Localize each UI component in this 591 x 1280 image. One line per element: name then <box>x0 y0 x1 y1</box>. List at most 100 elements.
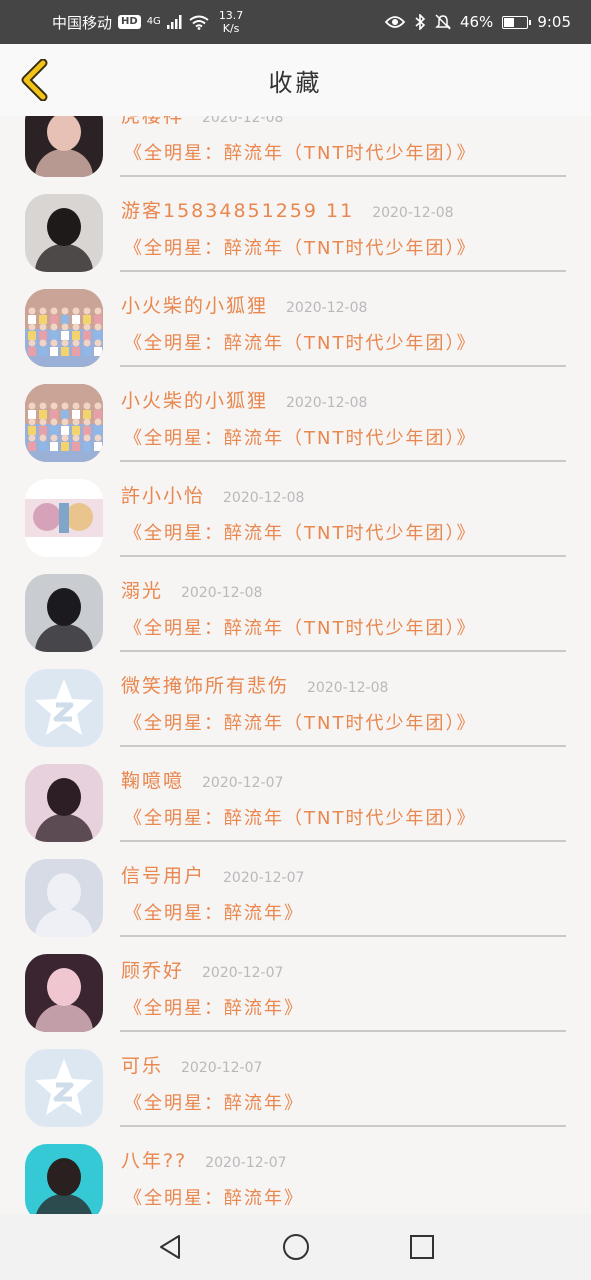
divider <box>120 365 566 367</box>
username[interactable]: 信号用户 <box>121 861 205 888</box>
signal-icon <box>166 15 182 29</box>
favorite-item[interactable]: 微笑掩饰所有悲伤 2020-12-08 《全明星：醉流年（TNT时代少年团）》 <box>0 666 591 761</box>
triangle-back-icon <box>159 1235 180 1259</box>
song-title[interactable]: 《全明星：醉流年》 <box>124 1089 304 1115</box>
username[interactable]: 顾乔好 <box>121 956 184 983</box>
battery-level <box>504 17 515 27</box>
nav-back-button[interactable] <box>142 1219 198 1275</box>
clock: 9:05 <box>537 13 571 31</box>
song-title[interactable]: 《全明星：醉流年（TNT时代少年团）》 <box>124 139 476 165</box>
username[interactable]: 許小小怡 <box>121 481 205 508</box>
favorite-item[interactable]: 游客15834851259 11 2020-12-08 《全明星：醉流年（TNT时代… <box>0 191 591 286</box>
username[interactable]: 可乐 <box>121 1051 163 1078</box>
song-title[interactable]: 《全明星：醉流年（TNT时代少年团）》 <box>124 614 476 640</box>
item-header: 鞠噫噫 2020-12-07 <box>121 766 283 793</box>
photo-body <box>35 1004 93 1032</box>
divider <box>120 555 566 557</box>
back-button[interactable] <box>14 58 54 102</box>
favorite-item[interactable]: 許小小怡 2020-12-08 《全明星：醉流年（TNT时代少年团）》 <box>0 476 591 571</box>
avatar[interactable] <box>25 574 103 652</box>
divider <box>120 1125 566 1127</box>
item-header: 可乐 2020-12-07 <box>121 1051 262 1078</box>
song-title[interactable]: 《全明星：醉流年》 <box>124 1184 304 1210</box>
song-title[interactable]: 《全明星：醉流年》 <box>124 994 304 1020</box>
photo-body <box>35 244 93 272</box>
favorite-item[interactable]: 顾乔好 2020-12-07 《全明星：醉流年》 <box>0 951 591 1046</box>
item-header: 小火柴的小狐狸 2020-12-08 <box>121 386 367 413</box>
avatar[interactable] <box>25 1049 103 1127</box>
battery-icon <box>502 15 532 29</box>
item-header: 八年?? 2020-12-07 <box>121 1146 287 1173</box>
default-avatar-body <box>35 909 93 937</box>
avatar[interactable] <box>25 954 103 1032</box>
favorite-item[interactable]: 八年?? 2020-12-07 《全明星：醉流年》 <box>0 1141 591 1214</box>
date-label: 2020-12-07 <box>202 965 284 981</box>
username[interactable]: 小火柴的小狐狸 <box>121 386 268 413</box>
carrier-label: 中国移动 <box>52 13 113 32</box>
status-bar: 中国移动 HD 4G 13.7 K/s 46% 9:05 <box>0 0 591 44</box>
photo-face <box>47 208 81 246</box>
avatar[interactable] <box>25 669 103 747</box>
circle-home-icon <box>282 1234 309 1260</box>
item-header: 許小小怡 2020-12-08 <box>121 481 304 508</box>
photo-face <box>47 968 81 1006</box>
group-photo <box>25 289 103 367</box>
song-title[interactable]: 《全明星：醉流年（TNT时代少年团）》 <box>124 519 476 545</box>
username[interactable]: 溺光 <box>121 576 163 603</box>
username[interactable]: 微笑掩饰所有悲伤 <box>121 671 289 698</box>
photo-body <box>35 814 93 842</box>
battery-percent: 46% <box>459 13 494 31</box>
song-title[interactable]: 《全明星：醉流年（TNT时代少年团）》 <box>124 424 476 450</box>
date-label: 2020-12-08 <box>181 585 263 601</box>
favorite-item[interactable]: 溺光 2020-12-08 《全明星：醉流年（TNT时代少年团）》 <box>0 571 591 666</box>
username[interactable]: 游客15834851259 11 <box>121 196 354 223</box>
item-header: 虎樱祥 2020-12-08 <box>121 116 283 128</box>
username[interactable]: 八年?? <box>121 1146 187 1173</box>
network-speed: 13.7 K/s <box>219 9 244 35</box>
divider <box>120 270 566 272</box>
avatar[interactable] <box>25 194 103 272</box>
favorites-list[interactable]: 虎樱祥 2020-12-08 《全明星：醉流年（TNT时代少年团）》 游客158348… <box>0 116 591 1214</box>
avatar[interactable] <box>25 479 103 557</box>
song-title[interactable]: 《全明星：醉流年》 <box>124 899 304 925</box>
favorite-item[interactable]: 可乐 2020-12-07 《全明星：醉流年》 <box>0 1046 591 1141</box>
avatar[interactable] <box>25 384 103 462</box>
network-type: 4G <box>146 16 161 27</box>
avatar[interactable] <box>25 764 103 842</box>
item-header: 溺光 2020-12-08 <box>121 576 262 603</box>
song-title[interactable]: 《全明星：醉流年（TNT时代少年团）》 <box>124 804 476 830</box>
favorite-item[interactable]: 小火柴的小狐狸 2020-12-08 《全明星：醉流年（TNT时代少年团）》 <box>0 381 591 476</box>
song-title[interactable]: 《全明星：醉流年（TNT时代少年团）》 <box>124 329 476 355</box>
username[interactable]: 鞠噫噫 <box>121 766 184 793</box>
date-label: 2020-12-08 <box>202 116 284 126</box>
divider <box>120 1030 566 1032</box>
favorites-list-inner: 虎樱祥 2020-12-08 《全明星：醉流年（TNT时代少年团）》 游客158348… <box>0 116 591 1214</box>
avatar[interactable] <box>25 859 103 937</box>
item-header: 小火柴的小狐狸 2020-12-08 <box>121 291 367 318</box>
photo-face <box>47 116 81 151</box>
date-label: 2020-12-08 <box>307 680 389 696</box>
favorite-item[interactable]: 信号用户 2020-12-07 《全明星：醉流年》 <box>0 856 591 951</box>
group-photo <box>25 384 103 462</box>
song-title[interactable]: 《全明星：醉流年（TNT时代少年团）》 <box>124 234 476 260</box>
date-label: 2020-12-07 <box>205 1155 287 1171</box>
date-label: 2020-12-07 <box>202 775 284 791</box>
nav-recents-button[interactable] <box>394 1219 450 1275</box>
favorite-item[interactable]: 小火柴的小狐狸 2020-12-08 《全明星：醉流年（TNT时代少年团）》 <box>0 286 591 381</box>
system-nav-bar <box>0 1214 591 1280</box>
username[interactable]: 虎樱祥 <box>121 116 184 128</box>
song-title[interactable]: 《全明星：醉流年（TNT时代少年团）》 <box>124 709 476 735</box>
status-left: 中国移动 HD 4G 13.7 K/s <box>52 9 243 35</box>
nav-home-button[interactable] <box>268 1219 324 1275</box>
chevron-left-icon <box>21 59 48 101</box>
speed-unit: K/s <box>222 22 240 35</box>
favorite-item[interactable]: 虎樱祥 2020-12-08 《全明星：醉流年（TNT时代少年团）》 <box>0 116 591 191</box>
date-label: 2020-12-08 <box>223 490 305 506</box>
favorite-item[interactable]: 鞠噫噫 2020-12-07 《全明星：醉流年（TNT时代少年团）》 <box>0 761 591 856</box>
avatar[interactable] <box>25 1144 103 1214</box>
avatar[interactable] <box>25 116 103 177</box>
divider <box>120 745 566 747</box>
username[interactable]: 小火柴的小狐狸 <box>121 291 268 318</box>
mute-bell-icon <box>435 14 451 30</box>
avatar[interactable] <box>25 289 103 367</box>
